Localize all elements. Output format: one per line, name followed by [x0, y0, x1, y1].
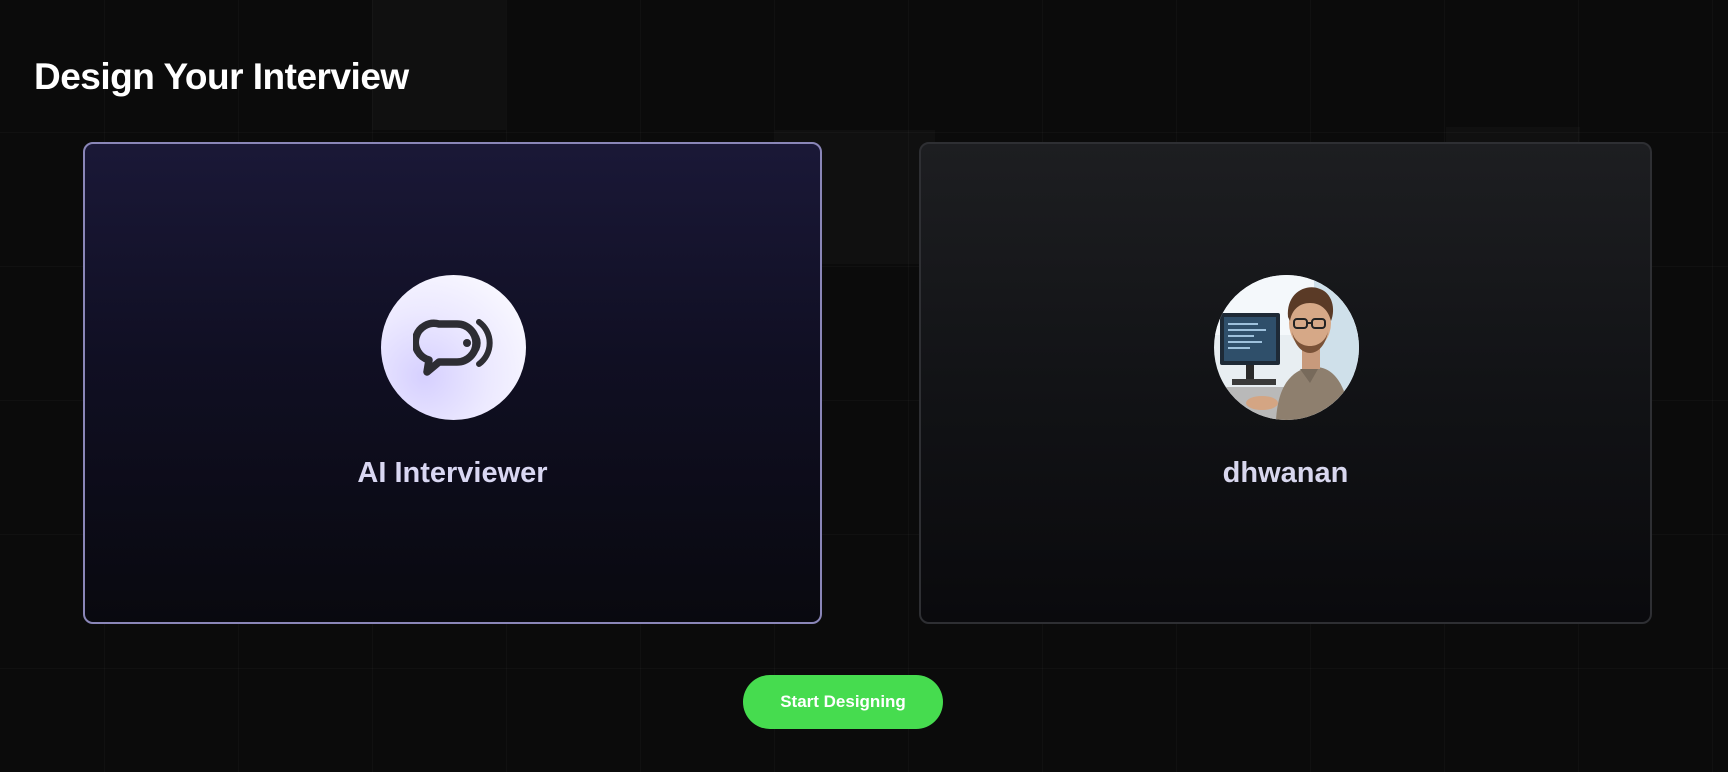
chat-voice-icon — [412, 318, 493, 376]
user-avatar — [1214, 275, 1359, 420]
user-interviewer-card[interactable]: dhwanan — [919, 142, 1652, 624]
page-background: Design Your Interview AI Interviewer dhw… — [0, 0, 1728, 772]
ai-interviewer-avatar — [381, 275, 526, 420]
page-title: Design Your Interview — [34, 56, 409, 97]
ai-interviewer-card[interactable]: AI Interviewer — [83, 142, 822, 624]
ai-interviewer-label: AI Interviewer — [357, 457, 548, 489]
user-interviewer-label: dhwanan — [1222, 457, 1349, 489]
start-designing-button[interactable]: Start Designing — [743, 675, 943, 729]
user-photo — [1214, 275, 1359, 420]
